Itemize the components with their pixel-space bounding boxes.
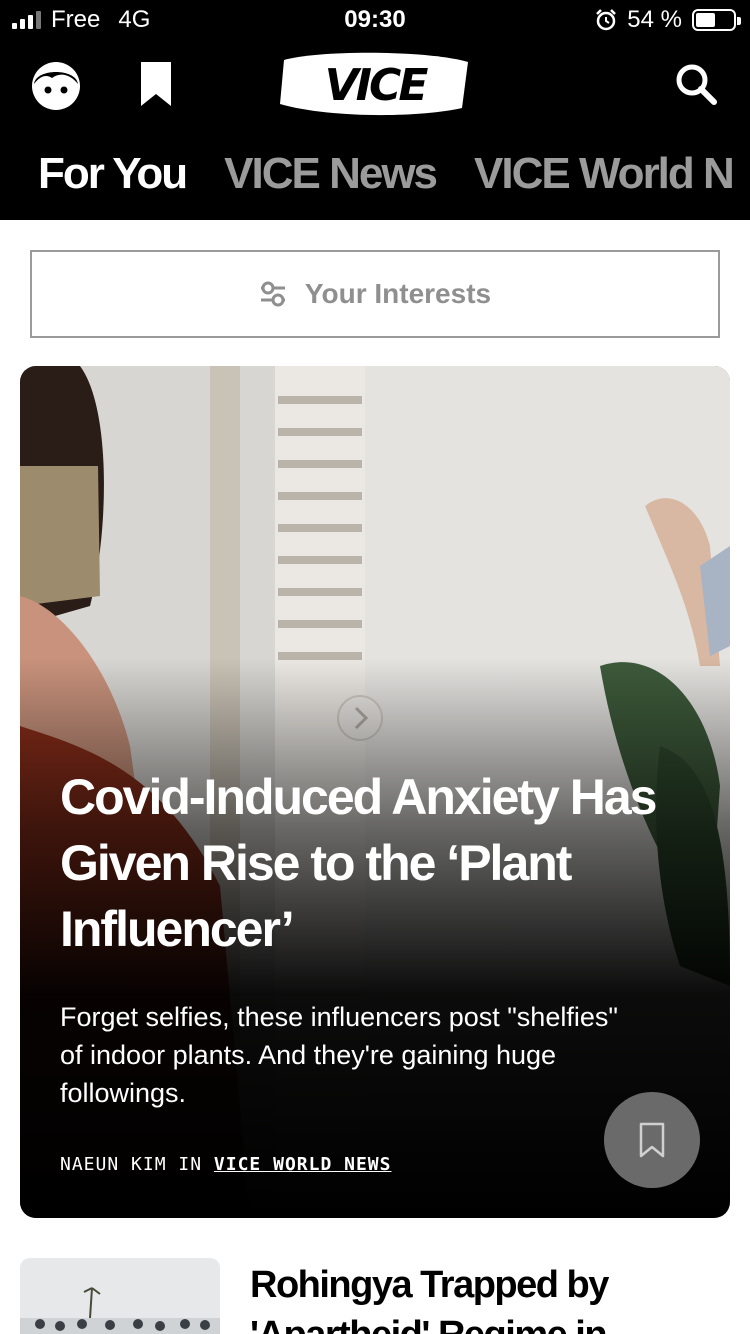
hero-headline[interactable]: Covid-Induced Anxiety Has Given Rise to … (60, 764, 680, 962)
article-list-item[interactable]: Rohingya Trapped by 'Apartheid' Regime i… (20, 1258, 730, 1334)
hero-byline: NAEUN KIM IN VICE WORLD NEWS (60, 1154, 391, 1175)
battery-icon (692, 9, 741, 31)
vice-logo[interactable]: VICE (278, 52, 472, 116)
search-icon[interactable] (672, 60, 720, 108)
tab-vice-news[interactable]: VICE News (224, 144, 438, 204)
byline-in: IN (178, 1154, 203, 1175)
sliders-icon (260, 281, 285, 307)
profile-face-icon[interactable] (28, 58, 84, 114)
battery-level (696, 13, 716, 27)
app-header: VICE For You VICE News VICE World N (0, 40, 750, 220)
tab-for-you[interactable]: For You (38, 144, 188, 204)
section-tabs: For You VICE News VICE World N (38, 144, 735, 204)
battery-percent: 54 % (627, 6, 682, 33)
svg-text:VICE: VICE (325, 60, 429, 111)
author-name[interactable]: NAEUN KIM (60, 1154, 167, 1175)
hero-summary: Forget selfies, these influencers post "… (60, 1002, 618, 1108)
save-article-button[interactable] (604, 1092, 700, 1188)
bookmark-icon[interactable] (136, 58, 176, 110)
article-headline[interactable]: Rohingya Trapped by 'Apartheid' Regime i… (250, 1260, 720, 1334)
bookmark-outline-icon (639, 1122, 665, 1158)
hero-article-card[interactable]: Covid-Induced Anxiety Has Given Rise to … (20, 366, 730, 1218)
section-link[interactable]: VICE WORLD NEWS (214, 1154, 392, 1175)
alarm-icon (596, 9, 617, 31)
status-bar: Free 4G 09:30 54 % (0, 0, 750, 40)
status-right: 54 % (595, 6, 741, 33)
your-interests-button[interactable]: Your Interests (30, 250, 720, 338)
tab-vice-world-news[interactable]: VICE World N (474, 144, 735, 204)
article-thumbnail (20, 1258, 220, 1334)
your-interests-label: Your Interests (304, 278, 492, 309)
